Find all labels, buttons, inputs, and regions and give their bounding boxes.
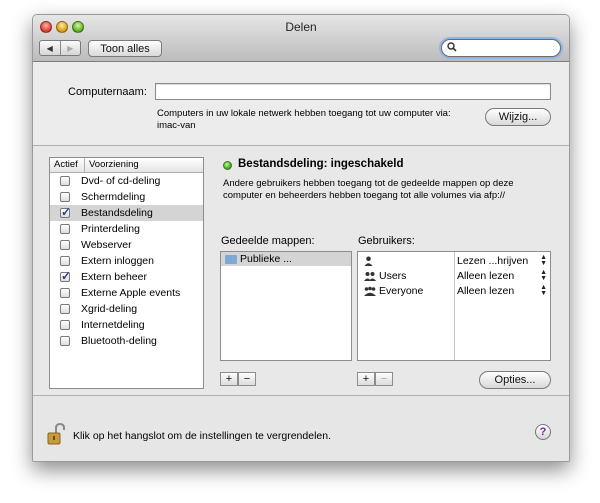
service-label: Printerdeling (81, 223, 140, 235)
service-row[interactable]: Bestandsdeling (50, 205, 203, 221)
service-row[interactable]: Schermdeling (50, 189, 203, 205)
shared-folders-list: Publieke ... (220, 251, 352, 361)
service-label: Internetdeling (81, 319, 145, 331)
everyone-icon (364, 286, 376, 297)
permission-stepper-icon[interactable]: ▲ ▼ (540, 284, 547, 297)
folder-icon (225, 254, 237, 264)
service-label: Dvd- of cd-deling (81, 175, 161, 187)
services-list-header: Actief Voorziening (50, 158, 203, 173)
service-label: Xgrid-deling (81, 303, 138, 315)
lock-instruction-text: Klik op het hangslot om de instellingen … (73, 430, 331, 442)
service-row[interactable]: Extern beheer (50, 269, 203, 285)
everyone-permission[interactable]: Alleen lezen (457, 285, 514, 297)
search-field[interactable] (441, 39, 561, 57)
services-rows: Dvd- of cd-deling Schermdeling Bestandsdel… (50, 173, 203, 349)
help-button[interactable]: ? (535, 424, 551, 440)
service-checkbox[interactable] (60, 288, 70, 298)
service-label: Externe Apple events (81, 287, 181, 299)
service-row[interactable]: Webserver (50, 237, 203, 253)
service-label: Schermdeling (81, 191, 146, 203)
add-user-button[interactable]: + (357, 372, 375, 386)
file-sharing-description-line1: Andere gebruikers hebben toegang tot de … (223, 178, 514, 189)
group-icon (364, 271, 376, 282)
service-label: Webserver (81, 239, 132, 251)
status-indicator-icon (223, 161, 232, 170)
options-button[interactable]: Opties... (479, 371, 551, 389)
service-checkbox[interactable] (60, 224, 70, 234)
users-label: Gebruikers: (358, 235, 415, 247)
service-row[interactable]: Externe Apple events (50, 285, 203, 301)
window-title: Delen (285, 20, 317, 34)
shared-folder-row[interactable]: Publieke ... (221, 252, 351, 266)
user-icon (364, 256, 373, 267)
service-checkbox[interactable] (60, 240, 70, 250)
service-checkbox[interactable] (60, 192, 70, 202)
shared-folders-label: Gedeelde mappen: (221, 235, 315, 247)
footer-bar: Klik op het hangslot om de instellingen … (33, 395, 569, 461)
everyone-name: Everyone (379, 285, 424, 297)
remove-user-button[interactable]: − (375, 372, 393, 386)
service-row[interactable]: Xgrid-deling (50, 301, 203, 317)
users-group-name: Users (379, 270, 407, 282)
column-service[interactable]: Voorziening (85, 158, 139, 172)
permission-stepper-icon[interactable]: ▲ ▼ (540, 269, 547, 282)
lock-icon[interactable] (47, 422, 65, 445)
computer-name-section: Computernaam: Computers in uw lokale net… (33, 62, 569, 146)
add-folder-button[interactable]: + (220, 372, 238, 386)
computer-name-field[interactable] (155, 83, 551, 100)
column-active[interactable]: Actief (50, 158, 85, 172)
service-row[interactable]: Internetdeling (50, 317, 203, 333)
service-row[interactable]: Bluetooth-deling (50, 333, 203, 349)
forward-arrow-icon[interactable]: ▶ (59, 41, 81, 55)
service-checkbox[interactable] (60, 269, 71, 283)
computer-name-value (156, 88, 160, 100)
service-checkbox[interactable] (60, 336, 70, 346)
computer-name-label: Computernaam: (68, 86, 147, 98)
access-info-line1: Computers in uw lokale netwerk hebben to… (157, 108, 451, 119)
show-all-button[interactable]: Toon alles (88, 40, 162, 57)
service-checkbox[interactable] (60, 256, 70, 266)
users-group-row[interactable]: Users Alleen lezen ▲ ▼ (358, 269, 550, 284)
title-bar: Delen ◀ ▶ Toon alles (33, 15, 569, 62)
search-icon (447, 42, 457, 55)
edit-computer-name-button[interactable]: Wijzig... (485, 108, 551, 126)
file-sharing-status: Bestandsdeling: ingeschakeld (238, 158, 404, 170)
shared-folder-name: Publieke ... (240, 253, 292, 265)
users-group-permission[interactable]: Alleen lezen (457, 270, 514, 282)
service-label: Extern beheer (81, 271, 147, 283)
service-checkbox[interactable] (60, 320, 70, 330)
service-label: Bestandsdeling (81, 207, 153, 219)
user-row[interactable]: Lezen ...hrijven ▲ ▼ (358, 254, 550, 269)
service-label: Bluetooth-deling (81, 335, 157, 347)
service-checkbox[interactable] (60, 205, 71, 219)
service-row[interactable]: Extern inloggen (50, 253, 203, 269)
nav-back-forward: ◀ ▶ (39, 40, 81, 56)
service-checkbox[interactable] (60, 304, 70, 314)
service-label: Extern inloggen (81, 255, 154, 267)
back-arrow-icon[interactable]: ◀ (40, 41, 60, 55)
service-checkbox[interactable] (60, 176, 70, 186)
users-list: Lezen ...hrijven ▲ ▼ Users Alleen lezen ▲… (357, 251, 551, 361)
remove-folder-button[interactable]: − (238, 372, 256, 386)
permission-stepper-icon[interactable]: ▲ ▼ (540, 254, 547, 267)
file-sharing-description-line2: computer en beheerders hebben toegang to… (223, 190, 506, 201)
everyone-row[interactable]: Everyone Alleen lezen ▲ ▼ (358, 284, 550, 299)
user-permission[interactable]: Lezen ...hrijven (457, 255, 528, 267)
access-info-line2: imac-van (157, 120, 196, 131)
services-list: Actief Voorziening Dvd- of cd-deling Sche… (49, 157, 204, 389)
sharing-window: Delen ◀ ▶ Toon alles Computernaam: Compu… (32, 14, 570, 462)
service-row[interactable]: Dvd- of cd-deling (50, 173, 203, 189)
service-row[interactable]: Printerdeling (50, 221, 203, 237)
